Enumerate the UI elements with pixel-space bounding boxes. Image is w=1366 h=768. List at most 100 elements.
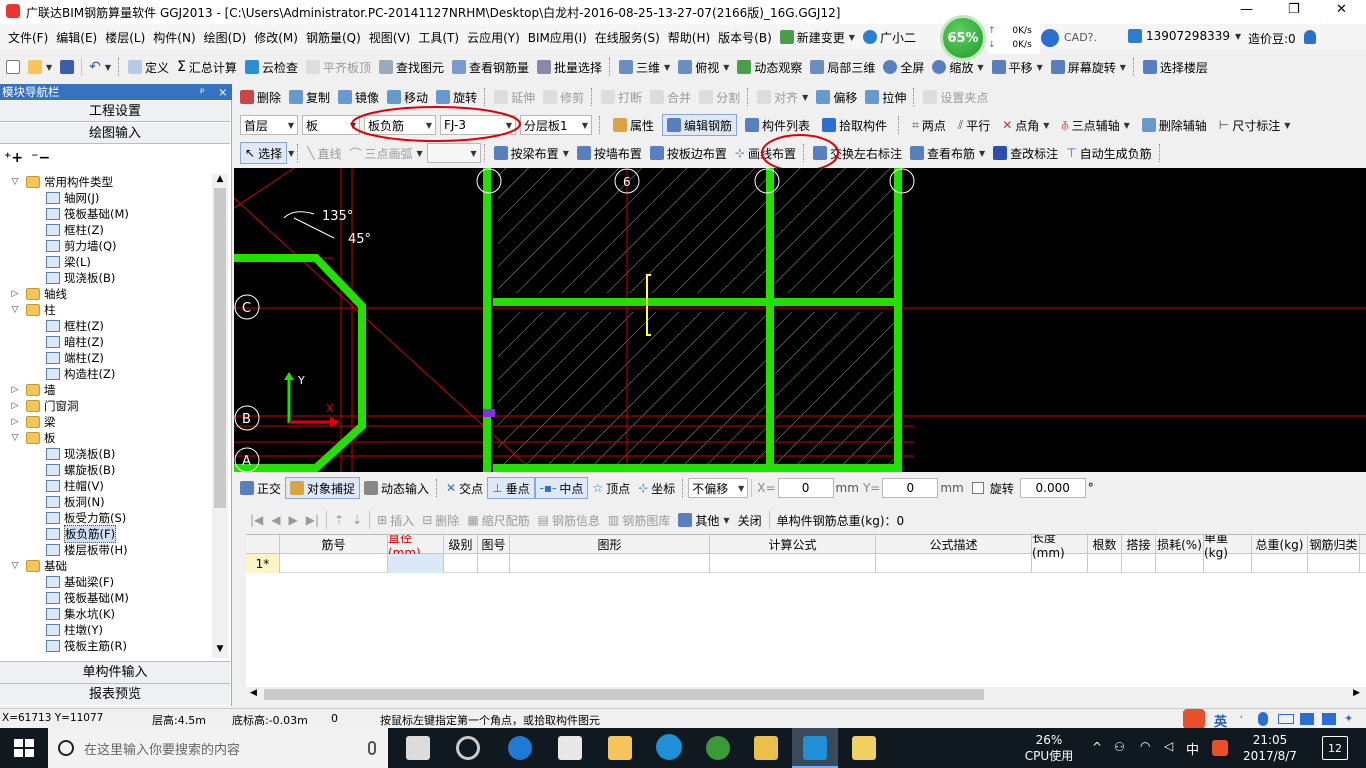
tree-item[interactable]: 现浇板(B)	[0, 270, 115, 286]
move-up-button[interactable]: ⇡	[330, 509, 348, 531]
tray-people-icon[interactable]: ⚇	[1114, 740, 1125, 754]
active-app-tab[interactable]	[792, 728, 838, 768]
column-header[interactable]: 直径(mm)	[388, 535, 444, 560]
tree-item[interactable]: 端柱(Z)	[0, 350, 104, 366]
intersection-snap-button[interactable]: ✕ 交点	[442, 477, 487, 499]
store-icon[interactable]	[558, 736, 582, 760]
expand-icon[interactable]: ▷	[10, 401, 20, 411]
wifi-icon[interactable]: ◠	[1140, 739, 1150, 753]
mic-icon[interactable]	[1258, 712, 1268, 726]
column-header[interactable]: 搭接	[1122, 535, 1156, 554]
tree-item[interactable]: 板受力筋(S)	[0, 510, 126, 526]
column-header[interactable]: 图形	[510, 535, 710, 554]
tab-report-preview[interactable]: 报表预览	[0, 683, 230, 705]
next-record-button[interactable]: ▶	[285, 509, 302, 531]
table-cell[interactable]	[478, 554, 510, 573]
rotate-checkbox[interactable]	[971, 482, 984, 494]
perpendicular-snap-button[interactable]: ⊥ 垂点	[487, 477, 535, 499]
tree-item[interactable]: 柱墩(Y)	[0, 622, 103, 638]
sogou-logo-icon[interactable]	[1183, 709, 1205, 728]
rebar-info-button[interactable]: ▤ 钢筋信息	[534, 509, 604, 531]
collapse-icon[interactable]: ▽	[10, 305, 20, 315]
taskbar-ime[interactable]: 中	[1186, 739, 1199, 758]
column-header[interactable]: 根数	[1088, 535, 1122, 554]
grid-icon[interactable]	[1300, 713, 1314, 725]
volume-icon[interactable]: ◁	[1164, 739, 1173, 753]
rotate-input[interactable]: 0.000	[1019, 478, 1086, 498]
object-snap-button[interactable]: 对象捕捉	[285, 477, 361, 499]
tree-item[interactable]: 筏板基础(M)	[0, 590, 129, 606]
scroll-right-icon[interactable]: ▶	[1353, 688, 1360, 698]
table-cell[interactable]	[876, 554, 1032, 573]
move-down-button[interactable]: ⇣	[348, 509, 366, 531]
tree-item[interactable]: 框柱(Z)	[0, 222, 104, 238]
rebar-gallery-button[interactable]: ▥ 钢筋图库	[604, 509, 674, 531]
column-header[interactable]: 损耗(%)	[1156, 535, 1204, 554]
tree-item[interactable]: 螺旋板(B)	[0, 462, 115, 478]
table-row[interactable]: 1*	[246, 554, 1366, 573]
green-app-icon[interactable]	[706, 736, 730, 760]
column-header[interactable]: 公式描述	[876, 535, 1032, 554]
table-cell[interactable]	[1252, 554, 1308, 573]
ortho-button[interactable]: 正交	[236, 477, 285, 499]
edge-icon[interactable]	[508, 736, 532, 760]
column-header[interactable]: 长度(mm)	[1032, 535, 1088, 560]
ime-punct-icon[interactable]: ˒	[1240, 711, 1243, 724]
tree-folder[interactable]: ▷ 墙	[0, 382, 56, 398]
delete-row-button[interactable]: ⊟ 删除	[418, 509, 463, 531]
sogou-tray-icon[interactable]	[1212, 740, 1228, 756]
table-cell[interactable]	[388, 554, 444, 573]
midpoint-snap-button[interactable]: -▪- 中点	[534, 477, 589, 499]
tray-up-icon[interactable]: ^	[1092, 740, 1102, 754]
column-header[interactable]: 计算公式	[710, 535, 876, 554]
table-cell[interactable]	[710, 554, 876, 573]
expand-icon[interactable]: ▷	[10, 289, 20, 299]
table-hscrollbar[interactable]: ◀ ▶	[246, 687, 1366, 702]
drawing-canvas[interactable]: C B A 6 135° 45° Y X	[234, 168, 1366, 472]
tree-item[interactable]: 现浇板(B)	[0, 446, 115, 462]
table-cell[interactable]	[1308, 554, 1360, 573]
tab-single-input[interactable]: 单构件输入	[0, 661, 230, 683]
y-input[interactable]: 0	[882, 478, 939, 498]
shirt-icon[interactable]	[1322, 713, 1336, 725]
insert-row-button[interactable]: ⊞ 插入	[373, 509, 418, 531]
tree-scrollbar[interactable]: ▲ ▼	[212, 174, 228, 658]
taskbar-search-box[interactable]: 在这里输入你要搜索的内容	[48, 728, 388, 768]
scroll-down-icon[interactable]: ▼	[212, 644, 228, 658]
vertex-snap-button[interactable]: ☆ 顶点	[588, 477, 634, 499]
table-cell[interactable]	[444, 554, 478, 573]
coordinate-snap-button[interactable]: ⊹ 坐标	[634, 477, 679, 499]
tree-item[interactable]: 暗柱(Z)	[0, 334, 104, 350]
tree-item[interactable]: 梁(L)	[0, 254, 91, 270]
table-cell[interactable]	[1088, 554, 1122, 573]
tree-item[interactable]: 筏板基础(M)	[0, 206, 129, 222]
scroll-thumb[interactable]	[214, 188, 226, 508]
tree-item[interactable]: 框柱(Z)	[0, 318, 104, 334]
x-input[interactable]: 0	[777, 478, 834, 498]
task-view-icon[interactable]	[406, 736, 430, 760]
table-cell[interactable]	[280, 554, 388, 573]
scroll-left-icon[interactable]: ◀	[250, 688, 257, 698]
table-cell[interactable]	[510, 554, 710, 573]
keyboard-icon[interactable]	[1278, 714, 1294, 724]
column-header[interactable]: 筋号	[280, 535, 388, 554]
tree-folder[interactable]: ▷ 轴线	[0, 286, 67, 302]
tree-folder[interactable]: ▷ 门窗洞	[0, 398, 79, 414]
tree-item[interactable]: 集水坑(K)	[0, 606, 115, 622]
mic-search-icon[interactable]	[368, 741, 376, 755]
tree-item[interactable]: 板负筋(F)	[0, 525, 117, 543]
column-header[interactable]: 钢筋归类	[1308, 535, 1360, 554]
other-button[interactable]: 其他 ▼	[674, 509, 733, 531]
tree-item[interactable]: 楼层板带(H)	[0, 542, 128, 558]
expand-icon[interactable]: ▷	[10, 417, 20, 427]
clock[interactable]: 21:05 2017/8/7	[1240, 732, 1300, 764]
tree-item[interactable]: 剪力墙(Q)	[0, 238, 117, 254]
scale-rebar-button[interactable]: ▦ 缩尺配筋	[463, 509, 533, 531]
last-record-button[interactable]: ▶|	[302, 509, 323, 531]
app-swirl-icon[interactable]	[456, 736, 480, 760]
glodon-icon[interactable]	[656, 734, 682, 760]
column-header[interactable]: 级别	[444, 535, 478, 554]
tree-item[interactable]: 构造柱(Z)	[0, 366, 115, 382]
tree-item[interactable]: 柱帽(V)	[0, 478, 104, 494]
tree-folder[interactable]: ▷ 梁	[0, 414, 56, 430]
